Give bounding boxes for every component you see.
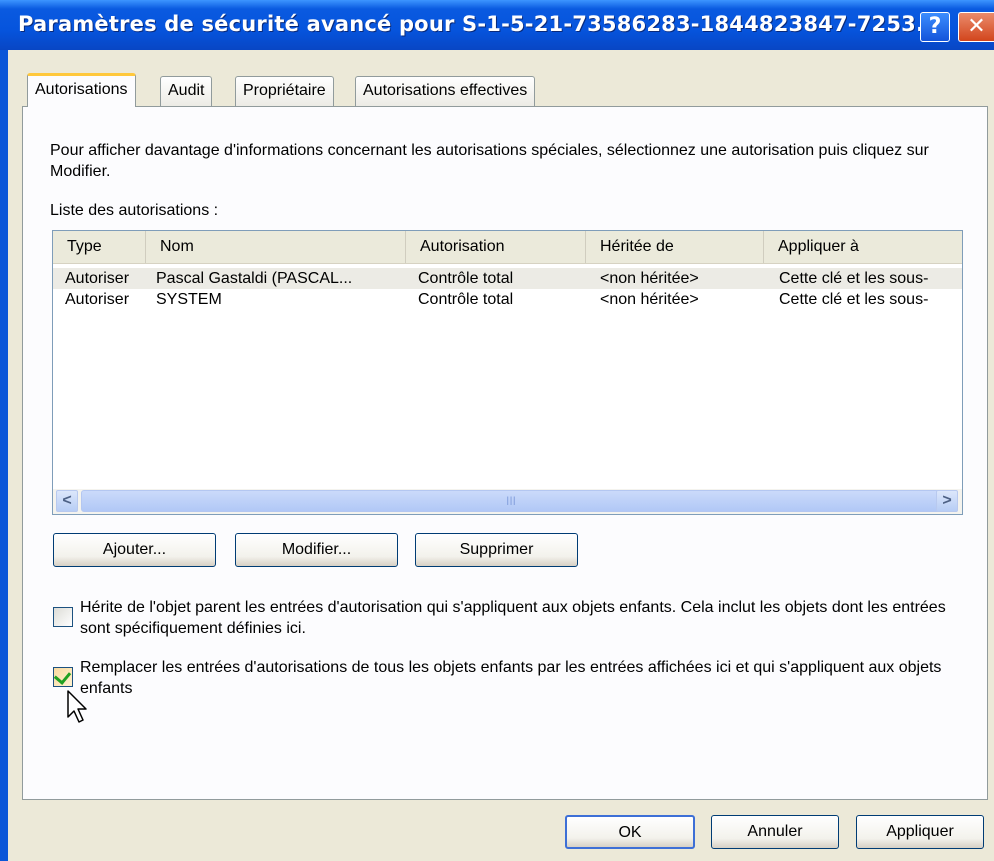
replace-checkbox[interactable] xyxy=(53,667,73,687)
apply-button[interactable]: Appliquer xyxy=(856,815,984,849)
tab-audit[interactable]: Audit xyxy=(160,76,213,106)
close-button[interactable]: ✕ xyxy=(958,12,994,42)
horizontal-scrollbar[interactable]: < III > xyxy=(53,489,962,514)
scroll-thumb[interactable]: III xyxy=(81,490,941,512)
replace-checkbox-label[interactable]: Remplacer les entrées d'autorisations de… xyxy=(80,657,950,699)
row-name: SYSTEM xyxy=(156,291,222,308)
permissions-list-label: Liste des autorisations : xyxy=(50,202,219,219)
permissions-list[interactable]: Type Nom Autorisation Héritée de Appliqu… xyxy=(52,230,963,515)
title-bar[interactable]: Paramètres de sécurité avancé pour S-1-5… xyxy=(0,0,994,50)
description-text: Pour afficher davantage d'informations c… xyxy=(50,142,929,180)
remove-button[interactable]: Supprimer xyxy=(415,533,578,567)
list-row[interactable]: Autoriser SYSTEM Contrôle total <non hér… xyxy=(53,289,962,310)
row-inherited: <non héritée> xyxy=(600,291,699,308)
row-inherited: <non héritée> xyxy=(600,270,699,287)
scroll-right-button[interactable]: > xyxy=(936,490,958,512)
list-row[interactable]: Autoriser Pascal Gastaldi (PASCAL... Con… xyxy=(53,268,962,289)
window-border xyxy=(0,50,8,861)
inherit-checkbox-label[interactable]: Hérite de l'objet parent les entrées d'a… xyxy=(80,597,950,639)
row-type: Autoriser xyxy=(65,270,130,287)
cancel-button[interactable]: Annuler xyxy=(711,815,839,849)
list-header: Type Nom Autorisation Héritée de Appliqu… xyxy=(53,231,962,264)
grip-icon: III xyxy=(505,494,516,508)
mouse-cursor-icon xyxy=(67,690,87,723)
edit-button[interactable]: Modifier... xyxy=(235,533,398,567)
ok-button[interactable]: OK xyxy=(565,815,695,849)
chevron-right-icon: > xyxy=(942,492,952,509)
row-apply: Cette clé et les sous- xyxy=(779,270,929,287)
row-name: Pascal Gastaldi (PASCAL... xyxy=(156,270,353,287)
checkmark-icon xyxy=(53,667,72,685)
row-permission: Contrôle total xyxy=(418,270,514,287)
chevron-left-icon: < xyxy=(62,492,72,509)
tab-autorisations-effectives[interactable]: Autorisations effectives xyxy=(355,76,536,106)
close-icon: ✕ xyxy=(967,14,986,39)
row-apply: Cette clé et les sous- xyxy=(779,291,929,308)
column-header-heritee-de[interactable]: Héritée de xyxy=(586,231,764,263)
column-header-nom[interactable]: Nom xyxy=(146,231,406,263)
column-header-appliquer-a[interactable]: Appliquer à xyxy=(764,231,962,263)
row-permission: Contrôle total xyxy=(418,291,514,308)
scroll-left-button[interactable]: < xyxy=(56,490,78,512)
help-icon: ? xyxy=(928,14,942,39)
add-button[interactable]: Ajouter... xyxy=(53,533,216,567)
tab-autorisations[interactable]: Autorisations xyxy=(27,73,136,107)
window-title: Paramètres de sécurité avancé pour S-1-5… xyxy=(18,12,941,36)
inherit-checkbox[interactable] xyxy=(53,607,73,627)
tab-proprietaire[interactable]: Propriétaire xyxy=(235,76,334,106)
column-header-type[interactable]: Type xyxy=(53,231,146,263)
column-header-autorisation[interactable]: Autorisation xyxy=(406,231,586,263)
help-button[interactable]: ? xyxy=(920,12,950,42)
row-type: Autoriser xyxy=(65,291,130,308)
